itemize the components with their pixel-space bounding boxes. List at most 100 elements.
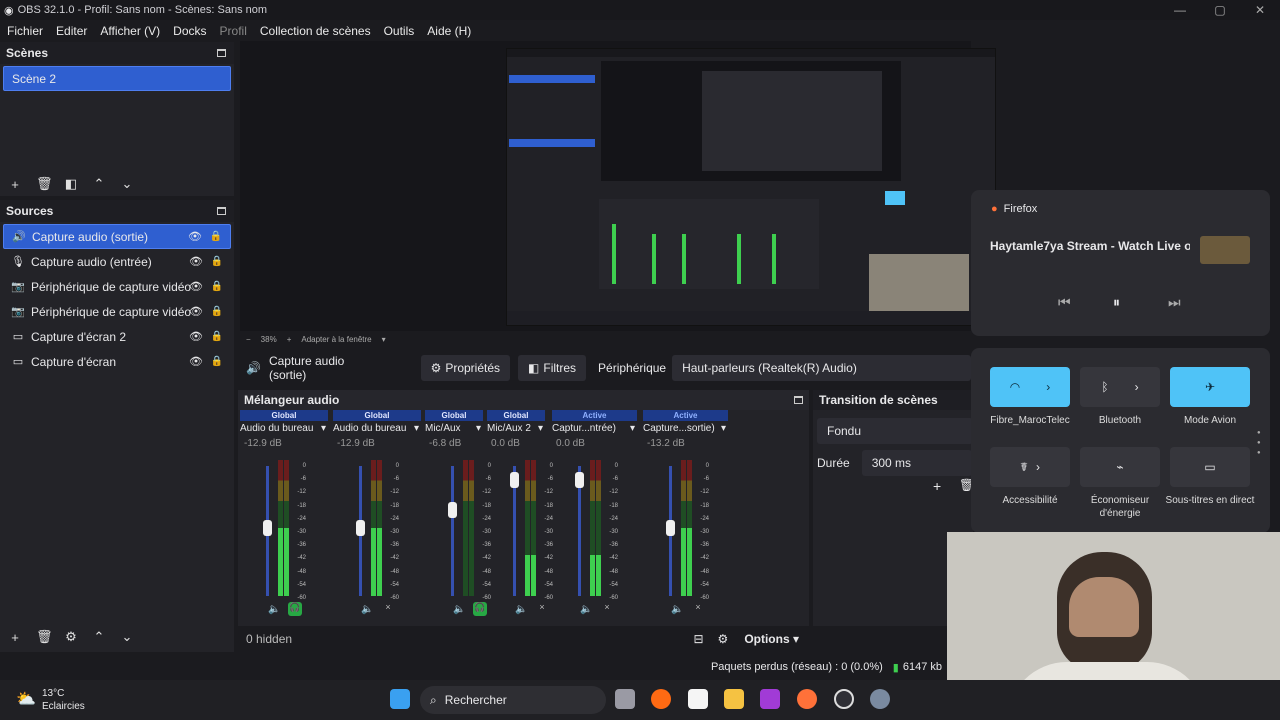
eye-icon[interactable]: 👁 (188, 230, 202, 243)
lock-icon[interactable]: 🔒 (211, 306, 223, 317)
device-select[interactable]: Haut-parleurs (Realtek(R) Audio) (672, 355, 971, 381)
weather-icon[interactable]: ⛅ (16, 689, 36, 709)
volume-fader-knob[interactable] (575, 472, 584, 488)
pause-icon[interactable]: ⏸ (1113, 294, 1120, 311)
source-item[interactable]: 🔊 Capture audio (sortie) 👁 🔒 (3, 224, 231, 249)
add-icon[interactable]: + (933, 478, 941, 494)
lock-icon[interactable]: 🔒 (211, 356, 223, 367)
lock-icon[interactable]: 🔒 (211, 256, 223, 267)
bluetooth-toggle[interactable]: ᛒ › (1080, 367, 1160, 407)
fit-select[interactable]: Adapter à la fenêtre (301, 335, 371, 344)
eye-icon[interactable]: 👁 (189, 305, 203, 318)
wifi-toggle[interactable]: ◠ › (990, 367, 1070, 407)
next-icon[interactable]: ⏭ (1168, 294, 1181, 311)
eye-icon[interactable]: 👁 (189, 330, 203, 343)
move-down-icon[interactable]: ⌄ (120, 629, 134, 645)
source-item[interactable]: ▭ Capture d'écran 👁 🔒 (3, 349, 231, 374)
add-icon[interactable]: + (8, 177, 22, 192)
add-icon[interactable]: + (8, 630, 22, 645)
previous-icon[interactable]: ⏮ (1058, 294, 1071, 311)
properties-button[interactable]: ⚙ Propriétés (420, 355, 511, 381)
channel-name-select[interactable]: Captur...ntrée) ▾ (552, 423, 637, 434)
monitor-headphones-icon[interactable]: 🎧 (288, 602, 302, 616)
chevron-right-icon[interactable]: › (1036, 460, 1040, 474)
settings-icon[interactable] (870, 689, 890, 709)
volume-fader-knob[interactable] (356, 520, 365, 536)
undock-icon[interactable] (794, 396, 803, 404)
page-indicator[interactable]: ● ● ● (1257, 428, 1261, 458)
menu-profile[interactable]: Profil (220, 24, 247, 38)
monitor-headphones-icon[interactable]: 🎧 (473, 602, 487, 616)
chevron-right-icon[interactable]: › (1135, 380, 1139, 394)
move-up-icon[interactable]: ⌃ (92, 176, 106, 192)
volume-fader-knob[interactable] (510, 472, 519, 488)
mute-speaker-icon[interactable]: 🔈 (671, 604, 683, 615)
source-item[interactable]: 📷 Périphérique de capture vidéo 👁 🔒 (3, 274, 231, 299)
windows-start-icon[interactable] (390, 689, 410, 709)
channel-name-select[interactable]: Capture...sortie) ▾ (643, 423, 728, 434)
volume-fader-knob[interactable] (263, 520, 272, 536)
mute-speaker-icon[interactable]: 🔈 (453, 604, 465, 615)
lock-icon[interactable]: 🔒 (211, 281, 223, 292)
chevron-right-icon[interactable]: › (1046, 380, 1050, 394)
store-icon[interactable] (688, 689, 708, 709)
lock-icon[interactable]: 🔒 (210, 231, 222, 242)
mute-speaker-icon[interactable]: 🔈 (580, 604, 592, 615)
undock-icon[interactable] (217, 207, 226, 215)
menu-docks[interactable]: Docks (173, 24, 206, 38)
source-item[interactable]: 📷 Périphérique de capture vidéo 👁 🔒 (3, 299, 231, 324)
close-button[interactable]: ✕ (1240, 3, 1280, 17)
obs-taskbar-icon[interactable] (834, 689, 854, 709)
scene-item[interactable]: Scène 2 (3, 66, 231, 91)
eye-icon[interactable]: 👁 (189, 280, 203, 293)
app-orange-icon[interactable] (651, 689, 671, 709)
trash-icon[interactable]: 🗑 (36, 629, 53, 645)
lock-icon[interactable]: 🔒 (211, 331, 223, 342)
channel-name-select[interactable]: Mic/Aux 2 ▾ (487, 423, 545, 434)
channel-name-select[interactable]: Mic/Aux ▾ (425, 423, 483, 434)
channel-name-select[interactable]: Audio du bureau ▾ (240, 423, 328, 434)
filter-icon[interactable]: ◧ (64, 176, 78, 192)
menu-help[interactable]: Aide (H) (427, 24, 471, 38)
menu-scene-collection[interactable]: Collection de scènes (260, 24, 371, 38)
source-item[interactable]: ▭ Capture d'écran 2 👁 🔒 (3, 324, 231, 349)
accessibility-toggle[interactable]: ☤ › (990, 447, 1070, 487)
maximize-button[interactable]: ▢ (1200, 3, 1240, 17)
eye-icon[interactable]: 👁 (189, 355, 203, 368)
menu-edit[interactable]: Editer (56, 24, 87, 38)
volume-fader-track[interactable] (451, 466, 454, 596)
channel-name-select[interactable]: Audio du bureau ▾ (333, 423, 421, 434)
minimize-button[interactable]: — (1160, 3, 1200, 17)
trash-icon[interactable]: 🗑 (36, 176, 53, 192)
monitor-headphones-icon[interactable]: × (535, 602, 549, 616)
monitor-headphones-icon[interactable]: × (691, 602, 705, 616)
transition-select[interactable]: Fondu (817, 418, 973, 444)
advanced-settings-icon[interactable]: ⚙ (718, 632, 729, 646)
app-purple-icon[interactable] (760, 689, 780, 709)
airplane-mode-toggle[interactable]: ✈ (1170, 367, 1250, 407)
filters-button[interactable]: ◧ Filtres (518, 355, 587, 381)
file-explorer-icon[interactable] (724, 689, 744, 709)
monitor-headphones-icon[interactable]: × (381, 602, 395, 616)
options-button[interactable]: Options ▾ (744, 632, 799, 646)
move-down-icon[interactable]: ⌄ (120, 176, 134, 192)
mute-speaker-icon[interactable]: 🔈 (515, 604, 527, 615)
zoom-in-icon[interactable]: + (287, 335, 292, 344)
search-box[interactable]: ⌕ Rechercher (420, 686, 606, 714)
move-up-icon[interactable]: ⌃ (92, 629, 106, 645)
layout-icon[interactable]: ⊟ (693, 632, 703, 646)
monitor-headphones-icon[interactable]: × (600, 602, 614, 616)
volume-fader-knob[interactable] (448, 502, 457, 518)
menu-tools[interactable]: Outils (384, 24, 415, 38)
live-captions-toggle[interactable]: ▭ (1170, 447, 1250, 487)
task-view-icon[interactable] (615, 689, 635, 709)
firefox-icon[interactable] (797, 689, 817, 709)
mute-speaker-icon[interactable]: 🔈 (361, 604, 373, 615)
zoom-out-icon[interactable]: − (246, 335, 251, 344)
menu-view[interactable]: Afficher (V) (100, 24, 160, 38)
chevron-down-icon[interactable]: ▾ (382, 335, 386, 344)
eye-icon[interactable]: 👁 (189, 255, 203, 268)
duration-field[interactable]: 300 ms (861, 450, 972, 476)
menu-file[interactable]: Fichier (7, 24, 43, 38)
undock-icon[interactable] (217, 49, 226, 57)
